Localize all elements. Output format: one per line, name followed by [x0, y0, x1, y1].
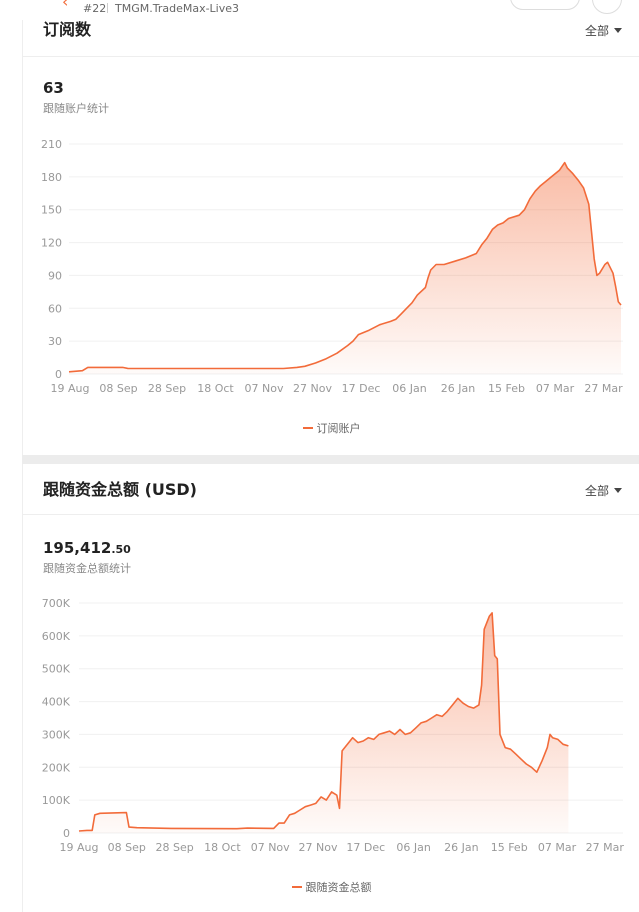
x-tick-label: 26 Jan [441, 382, 475, 395]
y-tick-label: 400K [42, 696, 71, 709]
follow-button[interactable] [510, 0, 580, 10]
subscriptions-card: 订阅数 全部 63 跟随账户统计 0 30 60 90 120 150 180 210 19 A… [22, 20, 639, 455]
stat-value: 195,412.50 [43, 539, 131, 557]
y-tick-label: 210 [41, 138, 62, 151]
caret-down-icon [614, 488, 622, 493]
x-tick-label: 06 Jan [392, 382, 426, 395]
x-tick-label: 08 Sep [99, 382, 137, 395]
divider [107, 3, 108, 13]
chevron-left-icon[interactable]: ‹ [62, 0, 76, 11]
top-bar: ‹ #22 TMGM.TradeMax-Live3 [0, 0, 639, 20]
subscriptions-chart: 0 30 60 90 120 150 180 210 19 Aug 08 Sep 28 Sep 18 … [41, 138, 623, 395]
stat-label: 跟随资金总额统计 [43, 562, 131, 575]
x-tick-label: 06 Jan [396, 841, 430, 854]
y-tick-label: 120 [41, 237, 62, 250]
stat-value-decimal: .50 [111, 543, 131, 556]
y-tick-label: 90 [48, 269, 62, 282]
y-tick-label: 30 [48, 335, 62, 348]
chart-legend[interactable]: 跟随资金总额 [23, 879, 639, 895]
chart-legend[interactable]: 订阅账户 [23, 420, 639, 436]
x-tick-label: 07 Mar [536, 382, 575, 395]
x-tick-label: 26 Jan [444, 841, 478, 854]
legend-swatch [302, 427, 313, 429]
x-tick-label: 18 Oct [197, 382, 234, 395]
more-button[interactable] [592, 0, 622, 14]
legend-label: 跟随资金总额 [305, 881, 372, 894]
funds-card: 跟随资金总额 (USD) 全部 195,412.50 跟随资金总额统计 0 100… [22, 464, 639, 912]
x-tick-label: 07 Nov [245, 382, 284, 395]
x-tick-label: 18 Oct [204, 841, 241, 854]
card-title: 订阅数 [43, 20, 92, 39]
funds-chart: 0 100K 200K 300K 400K 500K 600K 700K 19 Aug 08 Se… [42, 597, 625, 854]
stat-value-main: 195,412 [43, 539, 112, 557]
legend-swatch [291, 886, 302, 888]
y-tick-label: 0 [55, 368, 62, 381]
x-tick-label: 07 Nov [251, 841, 290, 854]
caret-down-icon [614, 28, 622, 33]
x-tick-label: 15 Feb [491, 841, 528, 854]
x-tick-label: 27 Nov [293, 382, 332, 395]
section-divider [22, 455, 639, 464]
x-tick-label: 28 Sep [155, 841, 193, 854]
y-tick-label: 600K [42, 630, 71, 643]
card-header: 订阅数 全部 [23, 20, 639, 57]
x-tick-label: 28 Sep [148, 382, 186, 395]
card-header: 跟随资金总额 (USD) 全部 [23, 474, 639, 515]
y-tick-label: 150 [41, 204, 62, 217]
filter-label: 全部 [584, 24, 609, 38]
y-tick-label: 700K [42, 597, 71, 610]
legend-label: 订阅账户 [316, 422, 361, 435]
y-tick-label: 0 [63, 827, 70, 840]
card-title: 跟随资金总额 (USD) [43, 480, 197, 499]
y-tick-label: 100K [42, 794, 71, 807]
stat-label: 跟随账户统计 [43, 102, 109, 115]
x-tick-label: 07 Mar [538, 841, 577, 854]
x-tick-label: 27 Nov [299, 841, 338, 854]
x-tick-label: 08 Sep [108, 841, 146, 854]
y-tick-label: 500K [42, 663, 71, 676]
series-area [69, 162, 621, 374]
x-tick-label: 19 Aug [60, 841, 99, 854]
y-tick-label: 180 [41, 171, 62, 184]
y-tick-label: 300K [42, 728, 71, 741]
x-tick-label: 17 Dec [346, 841, 385, 854]
y-tick-label: 60 [48, 302, 62, 315]
rank-label: #22 [83, 2, 107, 15]
y-tick-label: 200K [42, 761, 71, 774]
stat-value: 63 [43, 79, 64, 97]
x-tick-label: 19 Aug [51, 382, 90, 395]
x-tick-label: 27 Mar [586, 841, 625, 854]
x-tick-label: 27 Mar [584, 382, 623, 395]
account-name: TMGM.TradeMax-Live3 [115, 2, 240, 15]
x-tick-label: 17 Dec [342, 382, 381, 395]
range-filter-dropdown[interactable]: 全部 [585, 22, 622, 39]
filter-label: 全部 [584, 484, 609, 498]
range-filter-dropdown[interactable]: 全部 [585, 482, 622, 499]
x-tick-label: 15 Feb [488, 382, 525, 395]
